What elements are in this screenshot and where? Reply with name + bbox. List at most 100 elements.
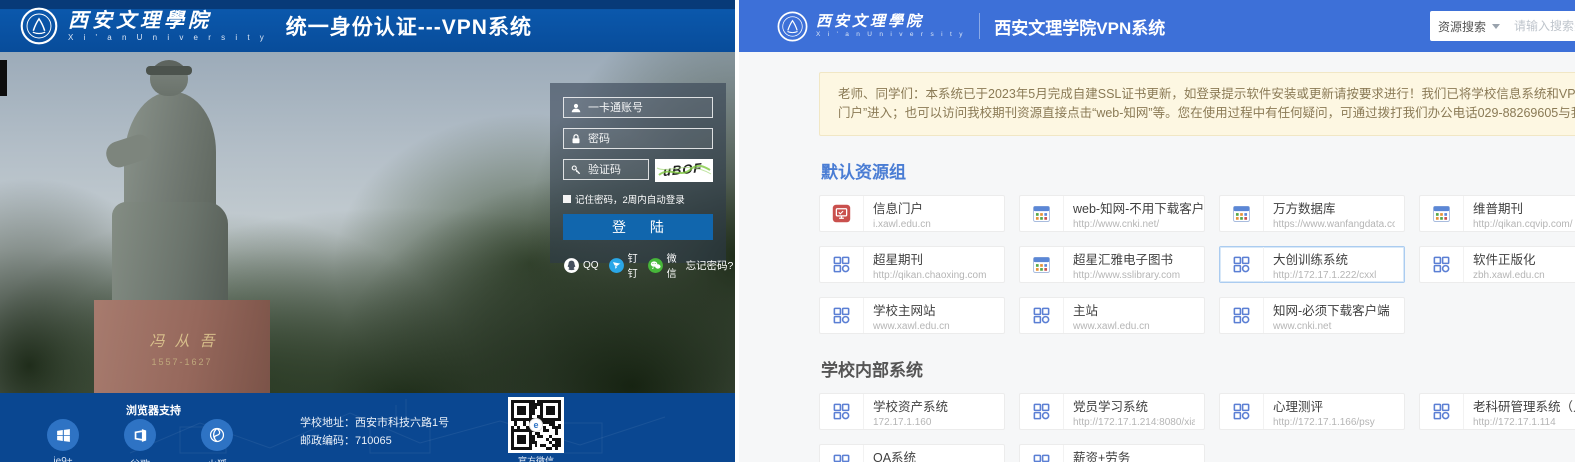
notice-line-2: 门户”进入；也可以访问我校期刊资源直接点击“web-知网”等。您在使用过程中有任… — [838, 104, 1575, 123]
resource-card-url: https://www.wanfangdata.co... — [1273, 219, 1395, 230]
browser-label: 谷歌 — [130, 456, 150, 462]
resource-card-url: http://qikan.chaoxing.com — [873, 270, 986, 281]
vpn-login-window: 西安文理學院 X i ' a n U n i v e r s i t y 统一身… — [0, 0, 735, 462]
logo-chinese-name: 西安文理學院 — [816, 14, 965, 29]
resource-card[interactable]: 心理测评http://172.17.1.166/psy — [1219, 393, 1405, 430]
resource-card-url: http://qikan.cqvip.com/ — [1473, 219, 1573, 230]
monitor-red-icon — [820, 196, 864, 231]
forgot-password-link[interactable]: 忘记密码? — [686, 258, 734, 273]
resource-card[interactable]: 主站www.xawl.edu.cn — [1019, 297, 1205, 334]
grid-icon — [1220, 394, 1264, 429]
captcha-image[interactable]: uBOF — [655, 159, 713, 182]
edge-notch — [0, 60, 7, 96]
remember-label: 记住密码，2周内自动登录 — [575, 192, 685, 206]
statue-robe — [112, 202, 228, 308]
resource-card[interactable]: 万方数据库 https://www.wanfangdata.co... — [1219, 195, 1405, 232]
search-input[interactable] — [1514, 19, 1575, 33]
logo-chinese-name: 西安文理學院 — [68, 10, 268, 30]
resource-card-url: www.xawl.edu.cn — [1073, 321, 1150, 332]
card-text: web-知网-不用下载客户端http://www.cnki.net/ — [1064, 198, 1204, 230]
card-text: 大创训练系统http://172.17.1.222/cxxl — [1264, 249, 1385, 281]
captcha-input[interactable] — [588, 164, 642, 176]
resource-card-title: 薪资+劳务 — [1073, 447, 1195, 462]
resource-card[interactable]: OA系统http://oa.xawl.edu.cn/caslogi... — [819, 444, 1005, 462]
logo-english-name: X i ' a n U n i v e r s i t y — [816, 32, 965, 39]
calendar-icon — [1020, 196, 1064, 231]
resource-card[interactable]: 知网-必须下载客户端 www.cnki.net — [1219, 297, 1405, 334]
browser-ie[interactable]: ie9+ — [47, 419, 79, 462]
calendar-icon — [1420, 196, 1464, 231]
calendar-icon — [1220, 196, 1264, 231]
resource-card[interactable]: 学校资产系统 172.17.1.160 — [819, 393, 1005, 430]
card-text: 心理测评http://172.17.1.166/psy — [1264, 396, 1384, 428]
dingtalk-login-button[interactable]: 钉钉 — [608, 250, 638, 280]
screen: 西安文理學院 X i ' a n U n i v e r s i t y 统一身… — [0, 0, 1575, 462]
firefox-icon — [201, 419, 233, 451]
resource-card-title: 知网-必须下载客户端 — [1273, 300, 1390, 319]
statue-inscription-years: 1557-1627 — [151, 357, 212, 367]
remember-checkbox[interactable] — [563, 195, 571, 203]
captcha-field-wrap — [563, 159, 649, 180]
card-text: 软件正版化zbh.xawl.edu.cn — [1464, 249, 1554, 281]
account-input[interactable] — [588, 102, 706, 114]
resource-card-url: 172.17.1.160 — [873, 417, 948, 428]
resource-card-title: 超星汇雅电子图书 — [1073, 249, 1180, 268]
browser-chrome[interactable]: 谷歌 — [124, 419, 156, 462]
card-text: 知网-必须下载客户端 www.cnki.net — [1264, 300, 1399, 332]
dingtalk-icon — [608, 257, 625, 274]
resource-card[interactable]: 党员学习系统http://172.17.1.214:8080/xian... — [1019, 393, 1205, 430]
logo-english-name: X i ' a n U n i v e r s i t y — [68, 34, 268, 42]
resource-card[interactable]: web-知网-不用下载客户端http://www.cnki.net/ — [1019, 195, 1205, 232]
chevron-down-icon — [1492, 24, 1500, 29]
resource-card[interactable]: 薪资+劳务http://172.16.239.3/dlpt/casl... — [1019, 444, 1205, 462]
portal-content: 老师、同学们：本系统已于2023年5月完成自建SSL证书更新，如登录提示软件安装… — [819, 72, 1575, 462]
grid-icon — [1020, 445, 1064, 462]
password-input[interactable] — [588, 133, 706, 145]
resource-card-url: http://172.17.1.222/cxxl — [1273, 270, 1376, 281]
social-label: QQ — [583, 260, 599, 271]
grid-icon — [1220, 247, 1264, 282]
card-grid: 信息门户i.xawl.edu.cn web-知网-不用下载客户端http://ww… — [819, 195, 1575, 334]
wechat-login-button[interactable]: 微信 — [647, 250, 677, 280]
browser-firefox[interactable]: 火狐 — [201, 419, 233, 462]
captcha-noise — [655, 159, 713, 182]
resource-card-title: 万方数据库 — [1273, 198, 1395, 217]
resource-card-title: 学校资产系统 — [873, 396, 948, 415]
resource-card[interactable]: 学校主网站 www.xawl.edu.cn — [819, 297, 1005, 334]
chrome-icon — [124, 419, 156, 451]
logo-text: 西安文理學院 X i ' a n U n i v e r s i t y — [816, 14, 965, 39]
section-title: 学校内部系统 — [821, 356, 1575, 381]
resource-search-box: 资源搜索 — [1430, 11, 1575, 41]
resource-card[interactable]: 维普期刊 http://qikan.cqvip.com/ — [1419, 195, 1575, 232]
grid-icon — [1220, 298, 1264, 333]
resource-card-title: 维普期刊 — [1473, 198, 1573, 217]
resource-card-url: http://172.17.1.114 — [1473, 417, 1575, 428]
search-category-dropdown[interactable]: 资源搜索 — [1438, 18, 1500, 35]
social-label: 微信 — [667, 250, 677, 280]
resource-card-url: http://172.17.1.214:8080/xian... — [1073, 417, 1195, 428]
resource-card-title: 学校主网站 — [873, 300, 950, 319]
browser-label: 火狐 — [207, 456, 227, 462]
resource-card-url: www.xawl.edu.cn — [873, 321, 950, 332]
remember-row[interactable]: 记住密码，2周内自动登录 — [563, 192, 713, 206]
login-button[interactable]: 登 陆 — [563, 214, 713, 240]
resource-card[interactable]: 软件正版化zbh.xawl.edu.cn — [1419, 246, 1575, 283]
card-text: 维普期刊 http://qikan.cqvip.com/ — [1464, 198, 1575, 230]
university-logo-icon — [777, 11, 808, 42]
resource-card[interactable]: 超星期刊http://qikan.chaoxing.com — [819, 246, 1005, 283]
password-field-wrap — [563, 128, 713, 149]
resource-card[interactable]: 超星汇雅电子图书http://www.sslibrary.com — [1019, 246, 1205, 283]
school-address-block: 学校地址：西安市科技六路1号 邮政编码：710065 — [300, 414, 449, 450]
qq-login-button[interactable]: QQ — [563, 257, 599, 274]
resource-card[interactable]: 老科研管理系统（入口一http://172.17.1.114 — [1419, 393, 1575, 430]
card-text: 学校主网站 www.xawl.edu.cn — [864, 300, 959, 332]
login-panel: uBOF 记住密码，2周内自动登录 登 陆 QQ钉钉微信 忘记密码? — [550, 83, 726, 263]
resource-card[interactable]: 大创训练系统http://172.17.1.222/cxxl — [1219, 246, 1405, 283]
left-footer: 浏览器支持 ie9+谷歌火狐 学校地址：西安市科技六路1号 邮政编码：71006… — [0, 393, 735, 462]
card-grid: 学校资产系统 172.17.1.160 党员学习系统http://172.17.1.… — [819, 393, 1575, 462]
calendar-icon — [1020, 247, 1064, 282]
resource-card-url: www.cnki.net — [1273, 321, 1390, 332]
grid-icon — [1420, 247, 1464, 282]
card-text: 学校资产系统 172.17.1.160 — [864, 396, 957, 428]
resource-card[interactable]: 信息门户i.xawl.edu.cn — [819, 195, 1005, 232]
